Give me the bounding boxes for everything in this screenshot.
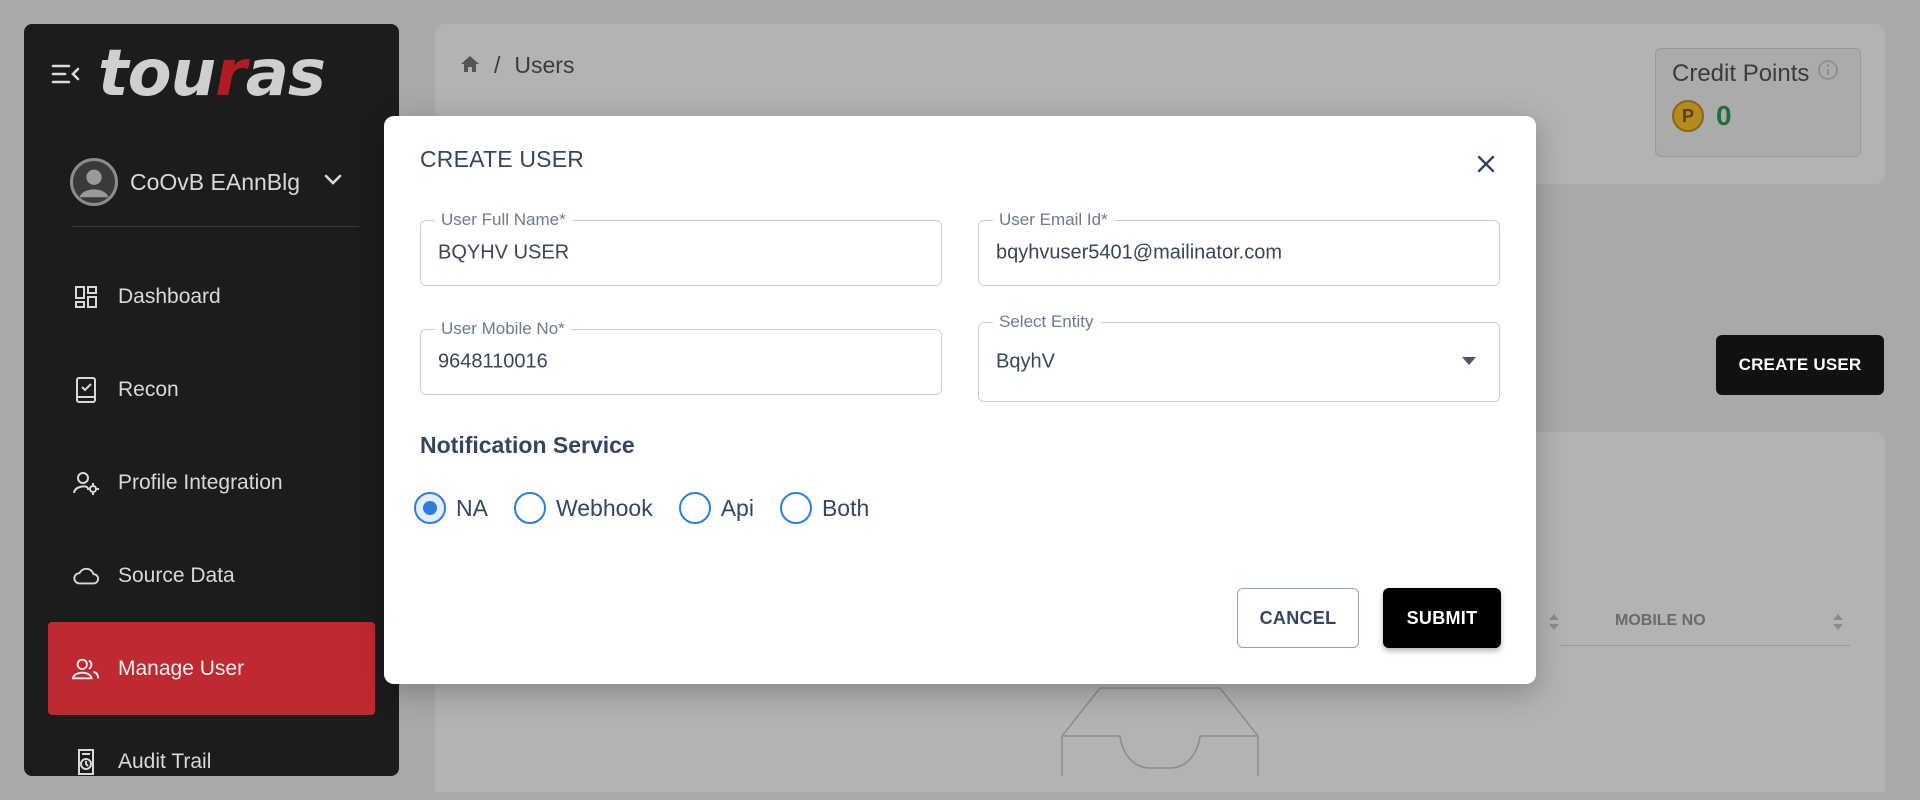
mobile-value[interactable]: 9648110016 [438, 351, 548, 374]
email-field[interactable]: User Email Id* bqyhvuser5401@mailinator.… [978, 210, 1500, 286]
avatar [70, 158, 118, 206]
create-user-button[interactable]: CREATE USER [1716, 335, 1884, 395]
radio-unchecked-icon[interactable] [779, 492, 812, 524]
column-header-mobile-no[interactable]: MOBILE NO [1615, 612, 1706, 630]
table-header-divider [1560, 645, 1850, 646]
create-user-dialog: CREATE USER User Full Name* BQYHV USER U… [384, 116, 1536, 684]
sidebar-item-label: Profile Integration [118, 470, 283, 494]
dropdown-arrow-icon[interactable] [1461, 353, 1477, 371]
submit-button[interactable]: SUBMIT [1383, 588, 1501, 648]
sort-icon[interactable] [1832, 612, 1844, 632]
close-dialog-button[interactable] [1470, 150, 1502, 182]
collapse-menu-icon[interactable] [50, 58, 82, 90]
dashboard-icon [72, 283, 100, 311]
users-icon [72, 655, 100, 683]
empty-state-icon [1060, 686, 1260, 781]
coin-icon: P [1672, 100, 1704, 132]
radio-na[interactable]: NA [414, 492, 488, 524]
sidebar-nav: Dashboard Recon Profile Integration Sour… [48, 250, 375, 776]
recon-icon [72, 376, 100, 404]
sidebar-item-audit-trail[interactable]: Audit Trail [48, 715, 375, 776]
full-name-label: User Full Name* [435, 210, 572, 230]
credit-points-title: Credit Points [1672, 59, 1810, 87]
radio-label: NA [456, 494, 488, 521]
radio-unchecked-icon[interactable] [678, 492, 711, 524]
radio-unchecked-icon[interactable] [513, 492, 546, 524]
dialog-title: CREATE USER [420, 146, 585, 172]
audit-icon [72, 748, 100, 776]
mobile-field[interactable]: User Mobile No* 9648110016 [420, 319, 942, 395]
full-name-value[interactable]: BQYHV USER [438, 242, 569, 265]
entity-label: Select Entity [993, 312, 1100, 332]
radio-label: Both [821, 494, 870, 521]
sidebar-item-recon[interactable]: Recon [48, 343, 375, 436]
credit-points-card: Credit Points P 0 [1655, 48, 1861, 157]
cancel-button[interactable]: CANCEL [1237, 588, 1359, 648]
sidebar-item-dashboard[interactable]: Dashboard [48, 250, 375, 343]
notification-service-title: Notification Service [420, 432, 635, 458]
breadcrumb: / Users [460, 52, 574, 79]
full-name-field[interactable]: User Full Name* BQYHV USER [420, 210, 942, 286]
user-menu[interactable]: CoOvB EAnnBlg [70, 158, 342, 206]
email-value[interactable]: bqyhvuser5401@mailinator.com [996, 242, 1282, 265]
sidebar-item-profile-integration[interactable]: Profile Integration [48, 436, 375, 529]
email-label: User Email Id* [993, 210, 1114, 230]
breadcrumb-current: Users [514, 52, 575, 78]
info-icon[interactable] [1817, 59, 1839, 88]
sidebar: touras CoOvB EAnnBlg Dashboard Recon Pro… [24, 24, 399, 776]
sidebar-divider [72, 226, 359, 227]
radio-checked-icon[interactable] [414, 492, 446, 524]
radio-label: Api [720, 494, 754, 521]
sidebar-header: touras [50, 37, 326, 111]
radio-webhook[interactable]: Webhook [513, 492, 653, 524]
credit-points-value: 0 [1716, 100, 1732, 131]
entity-select[interactable]: Select Entity BqyhV [978, 312, 1500, 402]
profile-settings-icon [72, 469, 100, 497]
cloud-icon [72, 562, 100, 590]
breadcrumb-separator: / [494, 52, 501, 78]
sort-icon[interactable] [1548, 612, 1560, 632]
mobile-label: User Mobile No* [435, 319, 571, 339]
entity-value: BqyhV [996, 350, 1055, 373]
app-logo: touras [98, 37, 326, 111]
sidebar-item-label: Source Data [118, 563, 235, 587]
sidebar-item-label: Recon [118, 377, 179, 401]
radio-label: Webhook [555, 494, 653, 521]
close-icon [1476, 154, 1496, 179]
user-name: CoOvB EAnnBlg [130, 168, 301, 195]
column-header-label: MOBILE NO [1615, 612, 1706, 629]
coin-symbol: P [1681, 105, 1694, 126]
notification-radio-group: NA Webhook Api Both [414, 492, 895, 524]
sidebar-item-label: Audit Trail [118, 749, 212, 773]
home-icon[interactable] [460, 52, 480, 79]
sidebar-item-label: Manage User [118, 656, 245, 680]
sidebar-item-source-data[interactable]: Source Data [48, 529, 375, 622]
sidebar-item-manage-user[interactable]: Manage User [48, 622, 375, 715]
radio-api[interactable]: Api [678, 492, 754, 524]
chevron-down-icon[interactable] [324, 173, 342, 191]
sidebar-item-label: Dashboard [118, 284, 221, 308]
radio-both[interactable]: Both [779, 492, 870, 524]
